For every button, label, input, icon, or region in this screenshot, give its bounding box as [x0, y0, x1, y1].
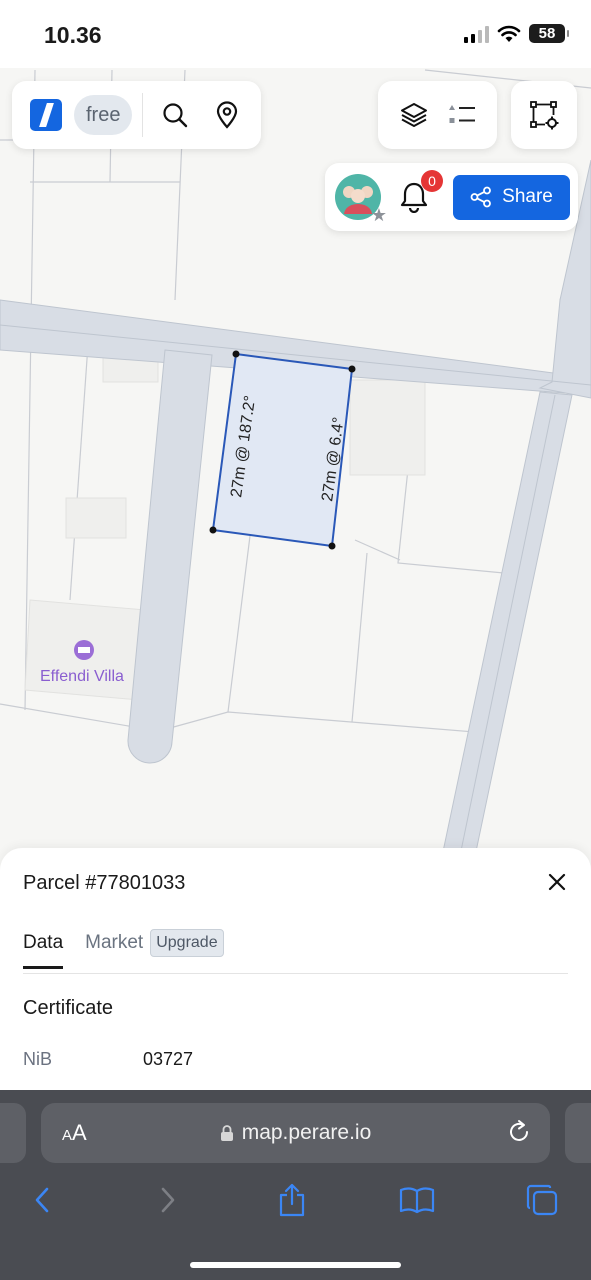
chevron-right-icon — [161, 1187, 175, 1213]
battery-icon: 58 — [529, 24, 569, 43]
tabs-icon — [526, 1184, 558, 1216]
notifications-button[interactable]: 0 — [395, 170, 443, 216]
share-icon — [470, 186, 492, 208]
field-value-nib: 03727 — [143, 1049, 194, 1069]
sheet-tabs: Data Market Upgrade — [23, 929, 568, 974]
section-heading: Certificate — [23, 997, 114, 1019]
share-button-label: Share — [502, 186, 553, 207]
hotel-icon — [74, 640, 94, 660]
draw-settings-toolbar — [511, 81, 577, 149]
notification-count-badge: 0 — [421, 170, 443, 192]
url-text: map.perare.io — [241, 1121, 372, 1144]
wifi-icon — [497, 25, 521, 42]
status-time: 10.36 — [44, 22, 102, 48]
reader-settings-button[interactable]: AA — [62, 1120, 87, 1146]
poi-label: Effendi Villa — [40, 668, 124, 685]
parcel-title: Parcel #77801033 — [23, 872, 186, 894]
layers-button[interactable] — [394, 95, 434, 135]
layers-icon — [400, 103, 427, 127]
aa-small: A — [62, 1127, 73, 1144]
field-label-nib: NiB — [23, 1049, 53, 1069]
shape-settings-icon — [530, 101, 559, 130]
browser-chrome: AA map.perare.io — [0, 1090, 591, 1280]
location-button[interactable] — [207, 95, 247, 135]
reload-icon[interactable] — [506, 1119, 532, 1145]
home-indicator — [190, 1262, 401, 1268]
tabs-button[interactable] — [522, 1180, 562, 1220]
top-left-toolbar: free — [12, 81, 261, 149]
legend-button[interactable] — [442, 95, 482, 135]
parcel-sheet: Parcel #77801033 Data Market Upgrade Cer… — [0, 848, 591, 1093]
plan-badge[interactable]: free — [74, 95, 133, 135]
signal-icon — [464, 25, 489, 43]
star-icon: ★ — [370, 205, 387, 225]
aa-large: A — [72, 1120, 87, 1145]
url-display: map.perare.io — [41, 1121, 550, 1145]
chevron-left-icon — [35, 1187, 49, 1213]
status-icons: 58 — [464, 24, 569, 43]
forward-button[interactable] — [148, 1180, 188, 1220]
search-button[interactable] — [155, 95, 195, 135]
legend-list-icon — [448, 105, 475, 123]
location-pin-icon — [217, 101, 238, 129]
tab-data[interactable]: Data — [23, 932, 64, 969]
book-icon — [399, 1187, 435, 1214]
search-icon — [163, 103, 188, 128]
previous-tab-pill[interactable] — [0, 1103, 26, 1163]
close-button[interactable] — [545, 870, 569, 894]
upgrade-badge[interactable]: Upgrade — [150, 929, 224, 957]
next-tab-pill[interactable] — [565, 1103, 591, 1163]
browser-toolbar — [0, 1180, 591, 1220]
share-button[interactable]: Share — [453, 174, 570, 220]
layers-toolbar — [378, 81, 497, 149]
close-icon — [548, 873, 566, 891]
share-sheet-icon — [279, 1183, 305, 1217]
tab-market[interactable]: Market — [85, 932, 143, 966]
toolbar-divider — [142, 93, 144, 137]
status-bar: 10.36 58 — [0, 0, 591, 68]
lock-icon — [220, 1125, 233, 1141]
address-bar[interactable]: AA map.perare.io — [41, 1103, 550, 1163]
bookmarks-button[interactable] — [397, 1180, 437, 1220]
back-button[interactable] — [22, 1180, 62, 1220]
share-sheet-button[interactable] — [272, 1180, 312, 1220]
app-logo[interactable] — [30, 99, 62, 131]
avatar[interactable]: ★ — [335, 174, 387, 225]
draw-settings-button[interactable] — [524, 95, 564, 135]
collaboration-panel: ★ 0 Share — [325, 163, 578, 231]
